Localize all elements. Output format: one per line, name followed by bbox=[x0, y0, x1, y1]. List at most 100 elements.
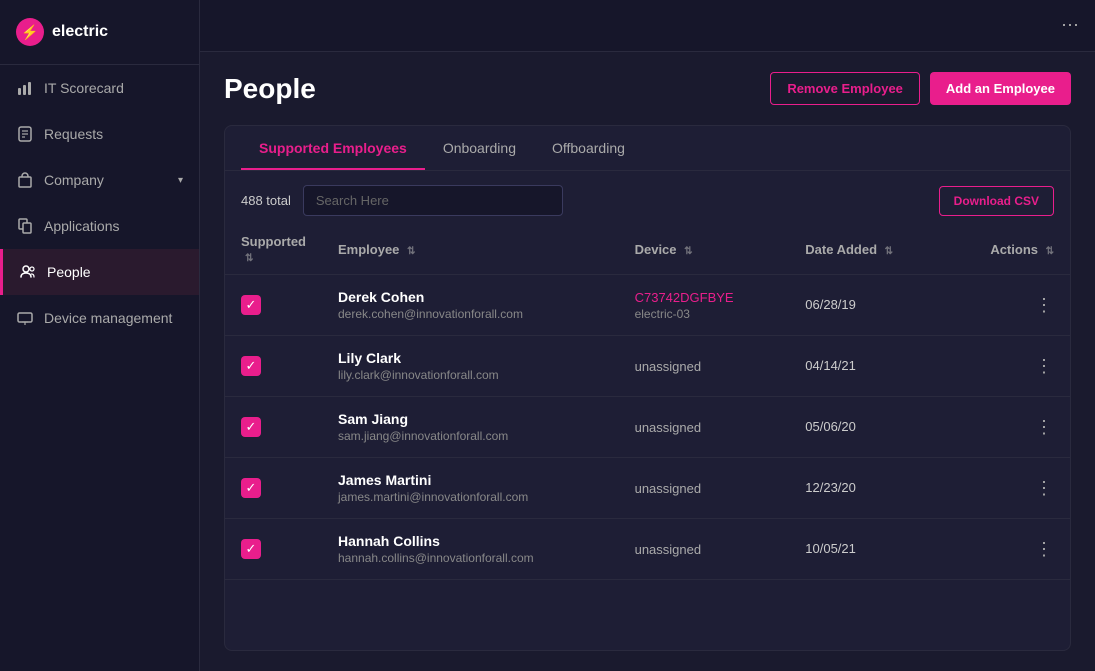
device-cell: C73742DGFBYE electric-03 bbox=[619, 275, 790, 336]
employee-cell: Derek Cohenderek.cohen@innovationforall.… bbox=[322, 275, 619, 336]
device-cell: unassigned bbox=[619, 336, 790, 397]
col-actions[interactable]: Actions ⇅ bbox=[945, 224, 1070, 275]
date-added-cell: 05/06/20 bbox=[789, 397, 945, 458]
device-unassigned: unassigned bbox=[635, 542, 774, 557]
date-added-value: 12/23/20 bbox=[805, 480, 856, 495]
device-unassigned: unassigned bbox=[635, 359, 774, 374]
supported-cell[interactable]: ✓ bbox=[225, 336, 322, 397]
actions-cell[interactable]: ⋮ bbox=[945, 397, 1070, 458]
employee-cell: Sam Jiangsam.jiang@innovationforall.com bbox=[322, 397, 619, 458]
supported-checkbox[interactable]: ✓ bbox=[241, 539, 261, 559]
col-date-added[interactable]: Date Added ⇅ bbox=[789, 224, 945, 275]
actions-cell[interactable]: ⋮ bbox=[945, 519, 1070, 580]
page-title: People bbox=[224, 73, 316, 105]
supported-cell[interactable]: ✓ bbox=[225, 275, 322, 336]
employee-cell: James Martinijames.martini@innovationfor… bbox=[322, 458, 619, 519]
add-employee-button[interactable]: Add an Employee bbox=[930, 72, 1071, 105]
company-icon bbox=[16, 171, 34, 189]
sidebar-item-label: Device management bbox=[44, 310, 172, 326]
sort-employee-icon: ⇅ bbox=[407, 246, 415, 257]
col-supported[interactable]: Supported ⇅ bbox=[225, 224, 322, 275]
date-added-cell: 10/05/21 bbox=[789, 519, 945, 580]
sidebar-item-label: Applications bbox=[44, 218, 120, 234]
total-count: 488 total bbox=[241, 193, 291, 208]
table-row: ✓ Derek Cohenderek.cohen@innovationforall… bbox=[225, 275, 1070, 336]
date-added-cell: 12/23/20 bbox=[789, 458, 945, 519]
tab-onboarding[interactable]: Onboarding bbox=[425, 126, 534, 170]
date-added-cell: 06/28/19 bbox=[789, 275, 945, 336]
employee-email: derek.cohen@innovationforall.com bbox=[338, 307, 603, 321]
date-added-value: 05/06/20 bbox=[805, 419, 856, 434]
table-row: ✓ James Martinijames.martini@innovationfo… bbox=[225, 458, 1070, 519]
employee-email: sam.jiang@innovationforall.com bbox=[338, 429, 603, 443]
sort-actions-icon: ⇅ bbox=[1046, 246, 1054, 257]
supported-checkbox[interactable]: ✓ bbox=[241, 295, 261, 315]
supported-cell[interactable]: ✓ bbox=[225, 458, 322, 519]
supported-checkbox[interactable]: ✓ bbox=[241, 356, 261, 376]
search-input[interactable] bbox=[303, 185, 563, 216]
device-cell: unassigned bbox=[619, 519, 790, 580]
sidebar: ⚡ electric IT Scorecard Requests bbox=[0, 0, 200, 671]
sidebar-item-label: Company bbox=[44, 172, 104, 188]
row-actions-menu-icon[interactable]: ⋮ bbox=[1035, 478, 1054, 498]
sidebar-item-applications[interactable]: Applications bbox=[0, 203, 199, 249]
tab-offboarding[interactable]: Offboarding bbox=[534, 126, 643, 170]
applications-icon bbox=[16, 217, 34, 235]
sidebar-item-device-management[interactable]: Device management bbox=[0, 295, 199, 341]
sort-date-icon: ⇅ bbox=[885, 246, 893, 257]
table-body: ✓ Derek Cohenderek.cohen@innovationforall… bbox=[225, 275, 1070, 580]
sidebar-item-it-scorecard[interactable]: IT Scorecard bbox=[0, 65, 199, 111]
chevron-down-icon: ▾ bbox=[178, 175, 183, 186]
row-actions-menu-icon[interactable]: ⋮ bbox=[1035, 295, 1054, 315]
device-name: electric-03 bbox=[635, 307, 774, 321]
date-added-value: 04/14/21 bbox=[805, 358, 856, 373]
table-row: ✓ Sam Jiangsam.jiang@innovationforall.com… bbox=[225, 397, 1070, 458]
employee-table: Supported ⇅ Employee ⇅ Device ⇅ bbox=[225, 224, 1070, 580]
actions-cell[interactable]: ⋮ bbox=[945, 336, 1070, 397]
top-bar: ⋯ bbox=[200, 0, 1095, 52]
device-cell: unassigned bbox=[619, 397, 790, 458]
main-content: ⋯ People Remove Employee Add an Employee… bbox=[200, 0, 1095, 671]
actions-cell[interactable]: ⋮ bbox=[945, 458, 1070, 519]
table-row: ✓ Lily Clark lily.clark@innovationforall.c… bbox=[225, 336, 1070, 397]
sort-supported-icon: ⇅ bbox=[245, 253, 253, 264]
remove-employee-button[interactable]: Remove Employee bbox=[770, 72, 920, 105]
device-cell: unassigned bbox=[619, 458, 790, 519]
row-actions-menu-icon[interactable]: ⋮ bbox=[1035, 539, 1054, 559]
sidebar-item-people[interactable]: People bbox=[0, 249, 199, 295]
supported-cell[interactable]: ✓ bbox=[225, 397, 322, 458]
employee-table-wrap: Supported ⇅ Employee ⇅ Device ⇅ bbox=[225, 224, 1070, 650]
sidebar-item-requests[interactable]: Requests bbox=[0, 111, 199, 157]
date-added-value: 06/28/19 bbox=[805, 297, 856, 312]
tabs-bar: Supported Employees Onboarding Offboardi… bbox=[225, 126, 1070, 171]
download-csv-button[interactable]: Download CSV bbox=[939, 186, 1054, 216]
actions-cell[interactable]: ⋮ bbox=[945, 275, 1070, 336]
employee-name: Lily Clark bbox=[338, 350, 603, 366]
content-area: People Remove Employee Add an Employee S… bbox=[200, 52, 1095, 671]
logo-icon: ⚡ bbox=[16, 18, 44, 46]
table-controls: 488 total Download CSV bbox=[225, 171, 1070, 224]
sort-device-icon: ⇅ bbox=[684, 246, 692, 257]
requests-icon bbox=[16, 125, 34, 143]
row-actions-menu-icon[interactable]: ⋮ bbox=[1035, 356, 1054, 376]
device-id-link[interactable]: C73742DGFBYE bbox=[635, 290, 774, 305]
app-logo: ⚡ electric bbox=[0, 0, 199, 65]
col-employee[interactable]: Employee ⇅ bbox=[322, 224, 619, 275]
supported-checkbox[interactable]: ✓ bbox=[241, 478, 261, 498]
date-added-value: 10/05/21 bbox=[805, 541, 856, 556]
header-actions: Remove Employee Add an Employee bbox=[770, 72, 1071, 105]
sidebar-item-company[interactable]: Company ▾ bbox=[0, 157, 199, 203]
employee-cell: Hannah Collinshannah.collins@innovationf… bbox=[322, 519, 619, 580]
date-added-cell: 04/14/21 bbox=[789, 336, 945, 397]
employee-email: lily.clark@innovationforall.com bbox=[338, 368, 603, 382]
top-bar-menu-icon[interactable]: ⋯ bbox=[1061, 15, 1079, 36]
tab-supported-employees[interactable]: Supported Employees bbox=[241, 126, 425, 170]
supported-cell[interactable]: ✓ bbox=[225, 519, 322, 580]
page-header: People Remove Employee Add an Employee bbox=[224, 72, 1071, 105]
supported-checkbox[interactable]: ✓ bbox=[241, 417, 261, 437]
row-actions-menu-icon[interactable]: ⋮ bbox=[1035, 417, 1054, 437]
employee-name: Hannah Collins bbox=[338, 533, 603, 549]
employee-email: james.martini@innovationforall.com bbox=[338, 490, 603, 504]
col-device[interactable]: Device ⇅ bbox=[619, 224, 790, 275]
sidebar-item-label: IT Scorecard bbox=[44, 80, 124, 96]
